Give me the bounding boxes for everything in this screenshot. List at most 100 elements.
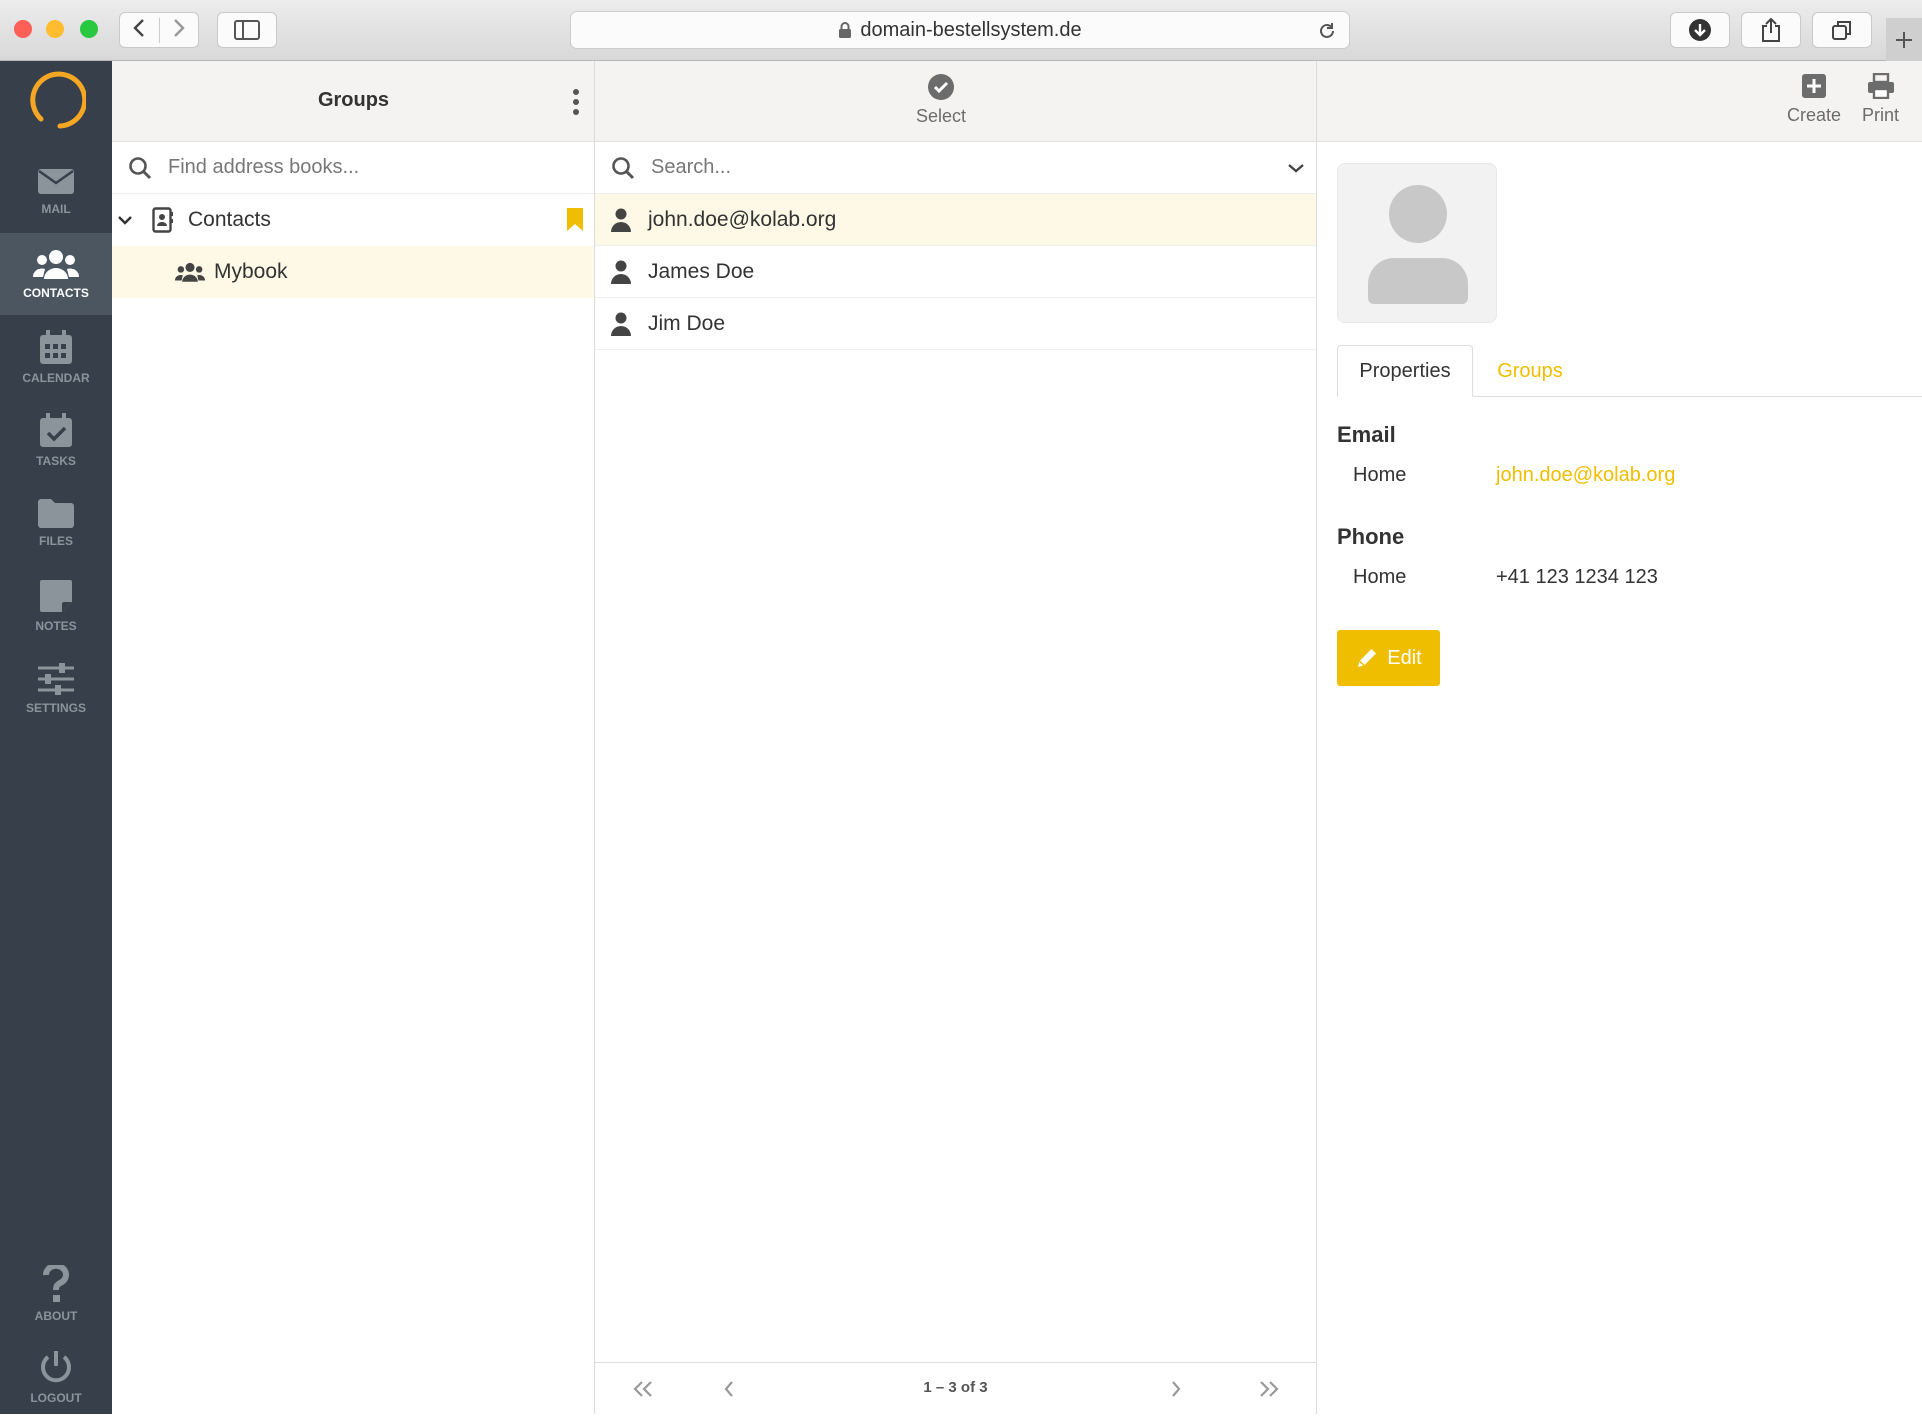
groups-header: Groups [112, 61, 594, 142]
note-icon [40, 580, 72, 612]
nav-tasks[interactable]: TASKS [0, 399, 112, 481]
nav-mail[interactable]: MAIL [0, 150, 112, 232]
close-window-button[interactable] [14, 20, 32, 38]
chevron-down-icon[interactable] [1288, 163, 1304, 173]
user-icon [611, 312, 631, 336]
downloads-button[interactable] [1670, 12, 1730, 48]
email-link[interactable]: john.doe@kolab.org [1496, 464, 1675, 487]
search-icon [612, 156, 635, 179]
share-button[interactable] [1741, 12, 1801, 48]
avatar-placeholder-icon [1368, 185, 1468, 304]
nav-notes[interactable]: NOTES [0, 565, 112, 647]
contact-detail-panel: Create Print Properties Groups Email Hom… [1317, 61, 1922, 1414]
maximize-window-button[interactable] [80, 20, 98, 38]
chevron-down-icon[interactable] [118, 215, 132, 225]
nav-calendar[interactable]: CALENDAR [0, 316, 112, 398]
select-button[interactable]: Select [916, 73, 966, 127]
tab-properties[interactable]: Properties [1337, 345, 1473, 397]
contact-search [595, 142, 1316, 194]
new-tab-button[interactable] [1886, 18, 1922, 61]
addressbook-search-input[interactable] [166, 155, 566, 180]
nav-files[interactable]: FILES [0, 482, 112, 564]
minimize-window-button[interactable] [46, 20, 64, 38]
print-button[interactable]: Print [1862, 73, 1899, 126]
create-button[interactable]: Create [1787, 73, 1841, 126]
tabs-icon [1832, 21, 1851, 40]
pagination-bar: 1 – 3 of 3 [595, 1362, 1316, 1414]
browser-toolbar: domain-bestellsystem.de [0, 0, 1922, 61]
groups-options-button[interactable] [564, 87, 588, 117]
nav-label: TASKS [36, 454, 76, 468]
sidebar-toggle-button[interactable] [217, 12, 277, 48]
printer-icon [1867, 73, 1894, 99]
create-label: Create [1787, 105, 1842, 125]
nav-label: CONTACTS [23, 286, 89, 300]
group-mybook[interactable]: Mybook [112, 246, 594, 298]
contact-list-panel: Select john.doe@kolab.org James Doe Jim … [595, 61, 1317, 1414]
contact-name: James Doe [648, 259, 755, 283]
groups-title: Groups [317, 89, 390, 111]
addressbook-search [112, 142, 594, 194]
app-logo [26, 71, 88, 136]
download-icon [1689, 19, 1711, 41]
nav-label: MAIL [41, 202, 71, 216]
addressbook-label: Contacts [188, 208, 271, 231]
select-label: Select [916, 106, 967, 126]
next-page-icon[interactable] [1170, 1381, 1182, 1397]
nav-label: CALENDAR [22, 371, 90, 385]
groups-panel: Groups Contacts Mybook [112, 61, 595, 1414]
edit-button[interactable]: Edit [1337, 630, 1440, 686]
sidebar-icon [234, 20, 260, 40]
check-circle-icon [928, 74, 955, 100]
forward-icon[interactable] [160, 18, 199, 43]
nav-label: NOTES [35, 619, 77, 633]
bookmark-icon [567, 208, 583, 231]
question-icon [43, 1265, 69, 1302]
phone-heading: Phone [1337, 524, 1405, 549]
page-counter: 1 – 3 of 3 [923, 1379, 988, 1396]
addressbook-contacts[interactable]: Contacts [112, 194, 594, 246]
users-icon [175, 262, 205, 282]
last-page-icon[interactable] [1258, 1381, 1280, 1397]
edit-label: Edit [1387, 646, 1422, 669]
mail-icon [38, 169, 74, 194]
list-header: Select [595, 61, 1316, 142]
nav-label: FILES [38, 534, 73, 548]
url-text: domain-bestellsystem.de [860, 18, 1082, 41]
tab-groups[interactable]: Groups [1473, 345, 1587, 397]
email-heading: Email [1337, 422, 1396, 447]
nav-label: SETTINGS [25, 701, 86, 715]
contact-search-input[interactable] [649, 155, 1049, 180]
tabs-overview-button[interactable] [1812, 12, 1872, 48]
contact-row[interactable]: john.doe@kolab.org [595, 194, 1316, 246]
pencil-icon [1358, 649, 1377, 667]
plus-square-icon [1802, 74, 1827, 98]
user-icon [611, 260, 631, 284]
contact-row[interactable]: James Doe [595, 246, 1316, 298]
contact-row[interactable]: Jim Doe [595, 298, 1316, 350]
user-icon [611, 208, 631, 232]
share-icon [1762, 17, 1780, 42]
nav-about[interactable]: ABOUT [0, 1253, 112, 1335]
back-forward-buttons [119, 12, 199, 48]
calendar-icon [40, 330, 72, 364]
back-icon[interactable] [120, 17, 160, 43]
contact-name: Jim Doe [648, 311, 726, 335]
email-type: Home [1353, 464, 1407, 486]
users-icon [33, 250, 79, 279]
tasks-icon [40, 413, 72, 447]
folder-icon [38, 499, 74, 528]
print-label: Print [1862, 105, 1900, 125]
address-bar[interactable]: domain-bestellsystem.de [570, 11, 1350, 49]
reload-icon[interactable] [1317, 21, 1337, 41]
lock-icon [839, 21, 852, 38]
nav-settings[interactable]: SETTINGS [0, 648, 112, 730]
nav-logout[interactable]: LOGOUT [0, 1336, 112, 1418]
phone-type: Home [1353, 566, 1407, 588]
detail-header: Create Print [1317, 61, 1922, 142]
contact-photo [1337, 163, 1497, 323]
nav-label: ABOUT [34, 1309, 78, 1323]
app-navigation: MAIL CONTACTS CALENDAR TASKS FILES NOTES… [0, 61, 112, 1414]
addressbook-icon [152, 207, 173, 233]
nav-contacts[interactable]: CONTACTS [0, 233, 112, 315]
